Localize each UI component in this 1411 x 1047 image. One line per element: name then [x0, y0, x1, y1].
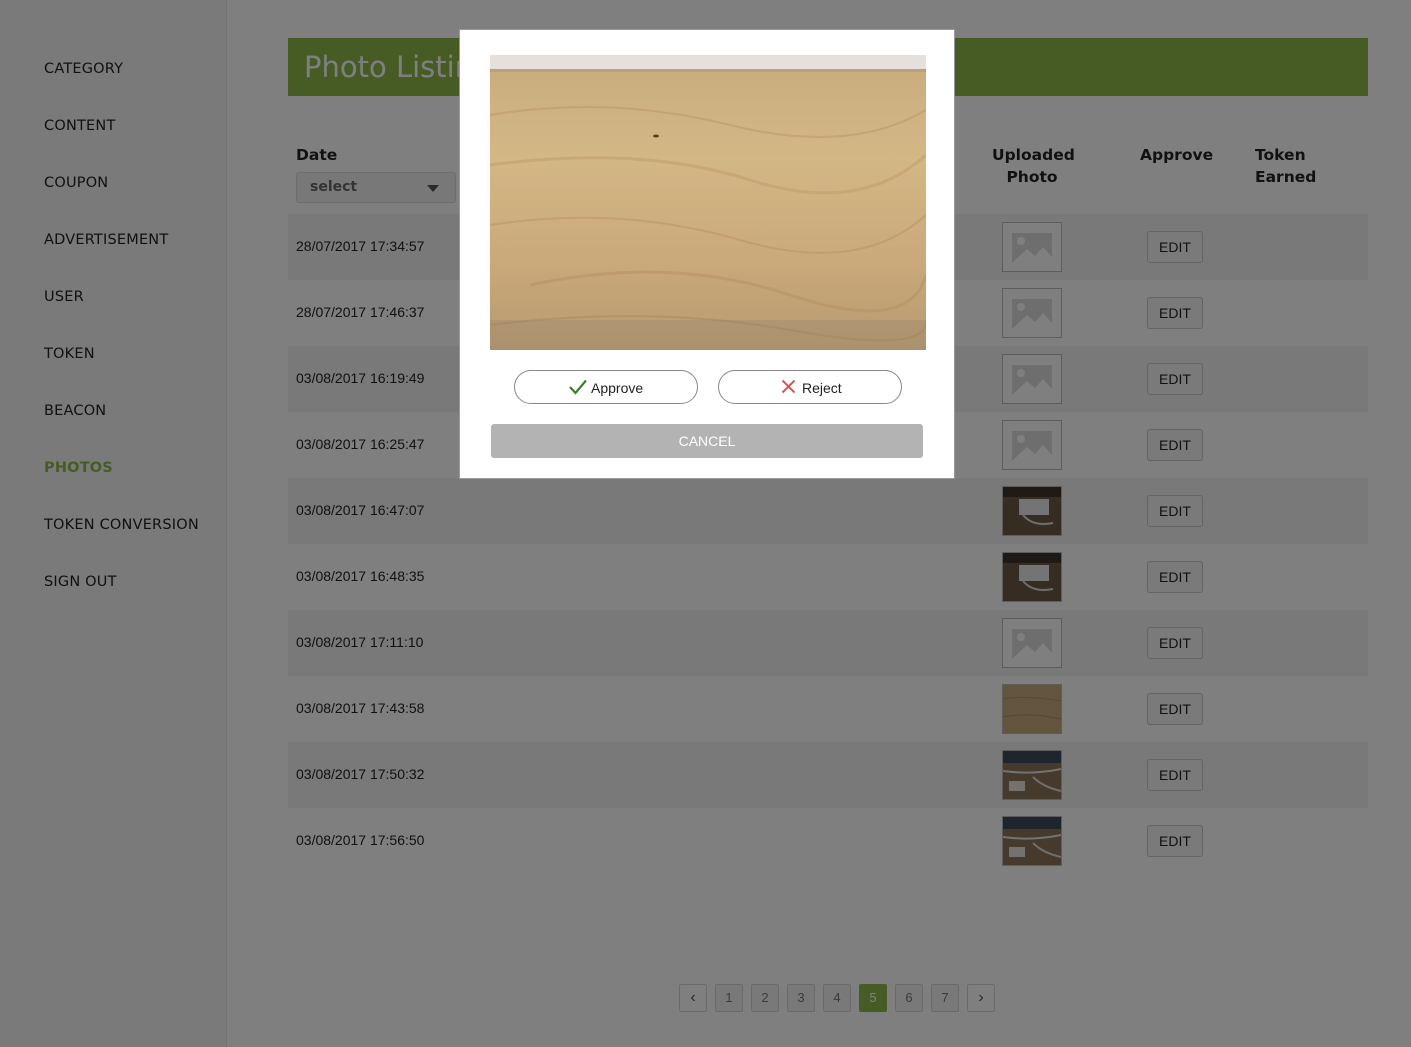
reject-button-label: Reject [802, 380, 842, 396]
modal-photo-preview [490, 55, 926, 350]
wood-photo-image [490, 55, 926, 350]
approve-button[interactable]: Approve [514, 370, 698, 404]
approve-button-label: Approve [591, 380, 644, 396]
check-icon [569, 379, 587, 395]
cancel-button[interactable]: CANCEL [491, 424, 923, 458]
reject-button[interactable]: Reject [718, 370, 902, 404]
photo-review-modal: Approve Reject CANCEL [459, 29, 955, 479]
close-icon [781, 379, 796, 394]
